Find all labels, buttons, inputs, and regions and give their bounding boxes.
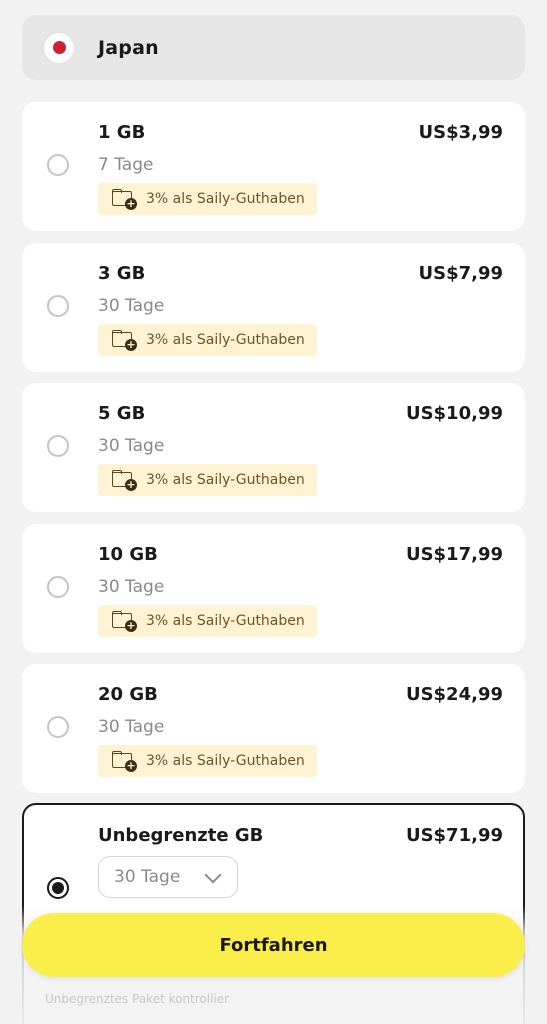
country-header[interactable]: Japan: [22, 15, 525, 80]
plan-radio[interactable]: [47, 716, 69, 738]
plan-radio[interactable]: [47, 435, 69, 457]
wallet-plus-icon: +: [112, 751, 138, 772]
credit-badge-text: 3% als Saily-Guthaben: [146, 472, 305, 488]
plan-validity: 7 Tage: [98, 155, 154, 175]
plan-data-amount: 5 GB: [98, 403, 146, 424]
credit-badge: + 3% als Saily-Guthaben: [98, 745, 317, 777]
country-name: Japan: [98, 36, 159, 59]
plan-price: US$3,99: [418, 122, 503, 143]
plan-radio[interactable]: [47, 576, 69, 598]
credit-badge-text: 3% als Saily-Guthaben: [146, 613, 305, 629]
plan-card-20gb[interactable]: 20 GB US$24,99 30 Tage + 3% als Saily-Gu…: [22, 664, 525, 793]
plan-card-10gb[interactable]: 10 GB US$17,99 30 Tage + 3% als Saily-Gu…: [22, 524, 525, 653]
plan-price: US$10,99: [405, 403, 503, 424]
plan-selection-screen: Japan 1 GB US$3,99 7 Tage + 3% als Saily…: [0, 0, 547, 1024]
plan-validity: 30 Tage: [98, 717, 165, 737]
credit-badge-text: 3% als Saily-Guthaben: [146, 332, 305, 348]
plan-radio[interactable]: [47, 295, 69, 317]
credit-badge-text: 3% als Saily-Guthaben: [146, 753, 305, 769]
unlimited-plan-hint: Unbegrenztes Paket kontrollier: [45, 992, 230, 1006]
plan-card-5gb[interactable]: 5 GB US$10,99 30 Tage + 3% als Saily-Gut…: [22, 383, 525, 512]
plan-radio-selected[interactable]: [47, 877, 69, 899]
plan-card-1gb[interactable]: 1 GB US$3,99 7 Tage + 3% als Saily-Gutha…: [22, 102, 525, 231]
chevron-down-icon: [204, 866, 222, 884]
credit-badge: + 3% als Saily-Guthaben: [98, 183, 317, 215]
credit-badge: + 3% als Saily-Guthaben: [98, 324, 317, 356]
plan-validity: 30 Tage: [98, 577, 165, 597]
duration-dropdown-value: 30 Tage: [114, 867, 181, 887]
plan-price: US$7,99: [418, 263, 503, 284]
duration-dropdown[interactable]: 30 Tage: [98, 856, 238, 898]
plan-data-amount: 10 GB: [98, 544, 158, 565]
plan-price: US$17,99: [405, 544, 503, 565]
wallet-plus-icon: +: [112, 611, 138, 632]
credit-badge-text: 3% als Saily-Guthaben: [146, 191, 305, 207]
continue-button[interactable]: Fortfahren: [22, 913, 525, 977]
plan-validity: 30 Tage: [98, 436, 165, 456]
credit-badge: + 3% als Saily-Guthaben: [98, 605, 317, 637]
plan-price: US$71,99: [405, 825, 503, 846]
credit-badge: + 3% als Saily-Guthaben: [98, 464, 317, 496]
plan-price: US$24,99: [405, 684, 503, 705]
plan-data-amount: Unbegrenzte GB: [98, 825, 264, 846]
plan-data-amount: 3 GB: [98, 263, 146, 284]
plan-data-amount: 1 GB: [98, 122, 146, 143]
wallet-plus-icon: +: [112, 330, 138, 351]
wallet-plus-icon: +: [112, 189, 138, 210]
plan-validity: 30 Tage: [98, 296, 165, 316]
plan-radio[interactable]: [47, 154, 69, 176]
japan-flag-icon: [44, 32, 74, 63]
plan-data-amount: 20 GB: [98, 684, 158, 705]
wallet-plus-icon: +: [112, 470, 138, 491]
plan-card-3gb[interactable]: 3 GB US$7,99 30 Tage + 3% als Saily-Guth…: [22, 243, 525, 372]
